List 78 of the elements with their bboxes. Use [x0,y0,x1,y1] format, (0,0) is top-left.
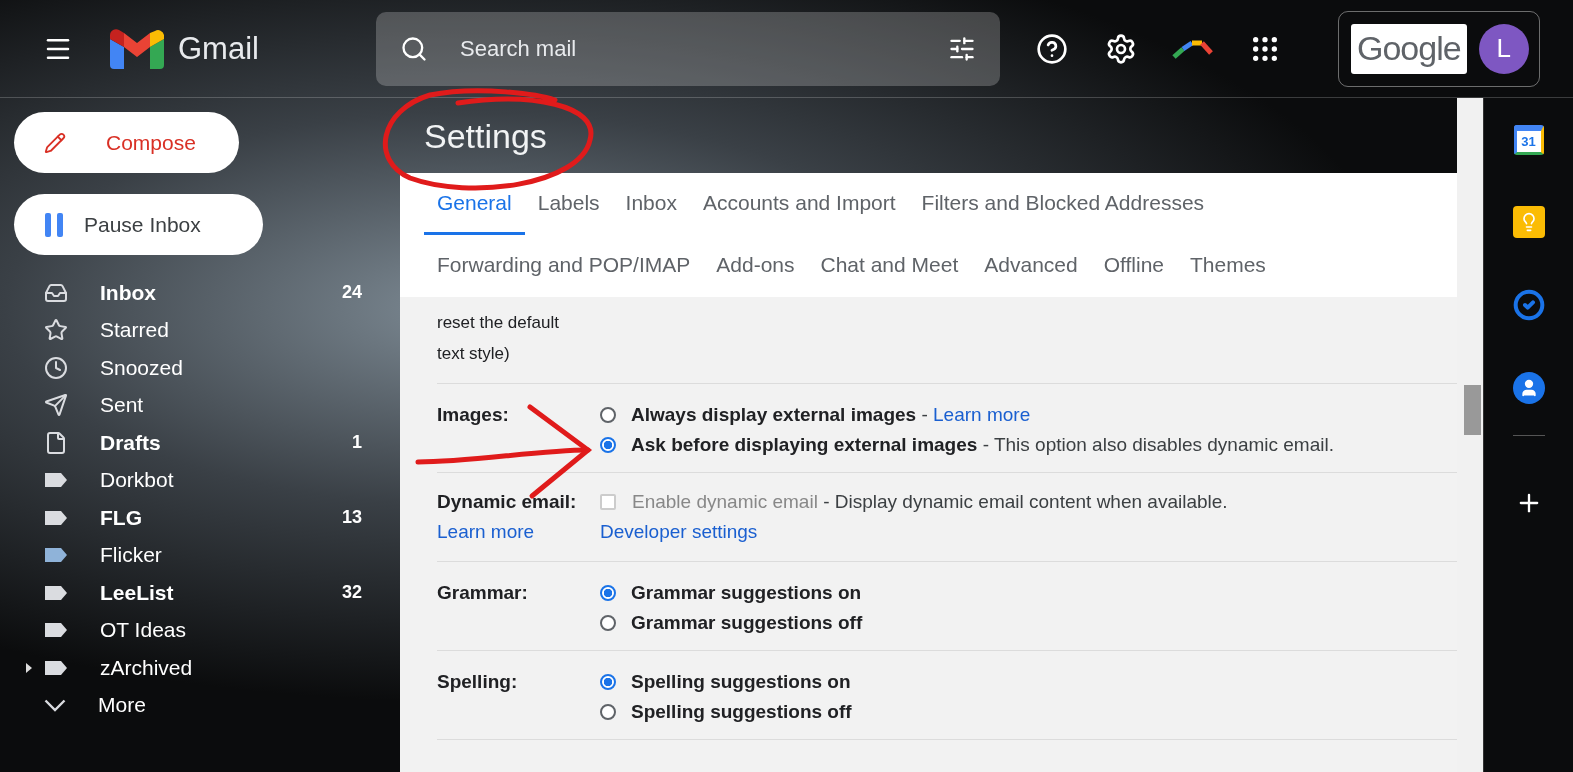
settings-tab[interactable]: Filters and Blocked Addresses [908,173,1218,235]
setting-text: text style) [437,343,511,365]
radio-button[interactable] [600,407,616,423]
compose-button[interactable]: Compose [14,112,239,173]
option-label: Spelling suggestions off [631,701,852,723]
nav-item[interactable]: FLG 13 [0,499,362,537]
radio-button[interactable] [600,437,616,453]
settings-tab[interactable]: Themes [1177,235,1279,297]
option-label: Always display external images [631,404,917,426]
pause-icon [44,212,64,237]
option-label: Spelling suggestions on [631,671,851,693]
pencil-icon [44,131,66,154]
nav-item[interactable]: Flicker [0,536,362,574]
radio-button[interactable] [600,704,616,720]
nav-item[interactable]: Snoozed [0,349,362,387]
unread-count: 32 [341,582,362,604]
setting-text: reset the default [437,312,560,334]
learn-more-link[interactable]: Learn more [933,404,1031,426]
unread-count: 1 [352,432,362,454]
keep-lightbulb-icon[interactable] [1512,206,1545,238]
filter-sliders-icon[interactable] [948,34,976,63]
settings-tab[interactable]: Labels [524,173,613,235]
settings-tab[interactable]: Accounts and Import [690,173,909,235]
checkbox-label: Enable dynamic email [632,491,818,513]
nav-item[interactable]: LeeList 32 [0,574,362,612]
option-label: Grammar suggestions on [631,582,862,604]
settings-tab[interactable]: Advanced [971,235,1091,297]
setting-label: Spelling: [437,671,519,693]
avatar[interactable]: L [1478,23,1529,74]
gmail-logo-icon [110,28,164,69]
nav-item[interactable]: zArchived [0,649,362,687]
option-label: Ask before displaying external images [631,434,978,456]
chevron-down-icon [44,698,66,712]
radio-button[interactable] [600,674,616,690]
unread-count: 24 [341,282,362,304]
nav-item[interactable]: Sent [0,386,362,424]
nav-item[interactable]: Dorkbot [0,461,362,499]
settings-tab[interactable]: General [424,173,525,235]
settings-tab[interactable]: Add-ons [703,235,808,297]
learn-more-link[interactable]: Learn more [437,521,600,543]
nav-item[interactable]: Drafts 1 [0,424,362,462]
setting-label: Grammar: [437,582,529,604]
setting-label: Dynamic email: [437,491,578,513]
nav-item[interactable]: OT Ideas [0,611,362,649]
setting-label: Images: [437,404,510,426]
contacts-person-icon[interactable] [1512,372,1545,404]
settings-tab[interactable]: Inbox [612,173,690,235]
search-bar[interactable]: Search mail [376,11,1000,86]
google-wordmark: Google [1351,23,1467,74]
pause-inbox-button[interactable]: Pause Inbox [14,194,263,255]
radio-button[interactable] [600,585,616,601]
option-description: - This option also disables dynamic email. [981,434,1334,456]
nav-item[interactable]: Inbox 24 [0,274,362,312]
page-title: Settings [424,116,547,156]
colored-arc-icon[interactable] [1172,38,1214,59]
separator-text: - [920,404,929,426]
account-switcher[interactable]: Google L [1338,10,1540,87]
app-name: Gmail [178,30,259,67]
option-label: Grammar suggestions off [631,612,863,634]
developer-settings-link[interactable]: Developer settings [600,521,1228,543]
expand-caret-icon[interactable] [26,662,32,673]
search-icon[interactable] [400,34,428,63]
scrollbar-thumb[interactable] [1464,385,1481,435]
settings-tab[interactable]: Offline [1090,235,1177,297]
file-icon [44,430,68,455]
star-icon [44,318,68,343]
clock-icon [44,355,68,380]
calendar-button[interactable]: 31 [1513,125,1544,155]
send-icon [44,393,68,418]
settings-tab[interactable]: Chat and Meet [807,235,972,297]
tasks-check-icon[interactable] [1512,289,1545,321]
unread-count: 13 [341,507,362,529]
nav-item[interactable]: More [0,686,362,724]
search-field[interactable]: Search mail [458,34,918,63]
nav-item[interactable]: Starred [0,311,362,349]
radio-button[interactable] [600,615,616,631]
option-description: - Display dynamic email content when available. [822,491,1228,513]
settings-tab[interactable]: Forwarding and POP/IMAP [424,235,704,297]
